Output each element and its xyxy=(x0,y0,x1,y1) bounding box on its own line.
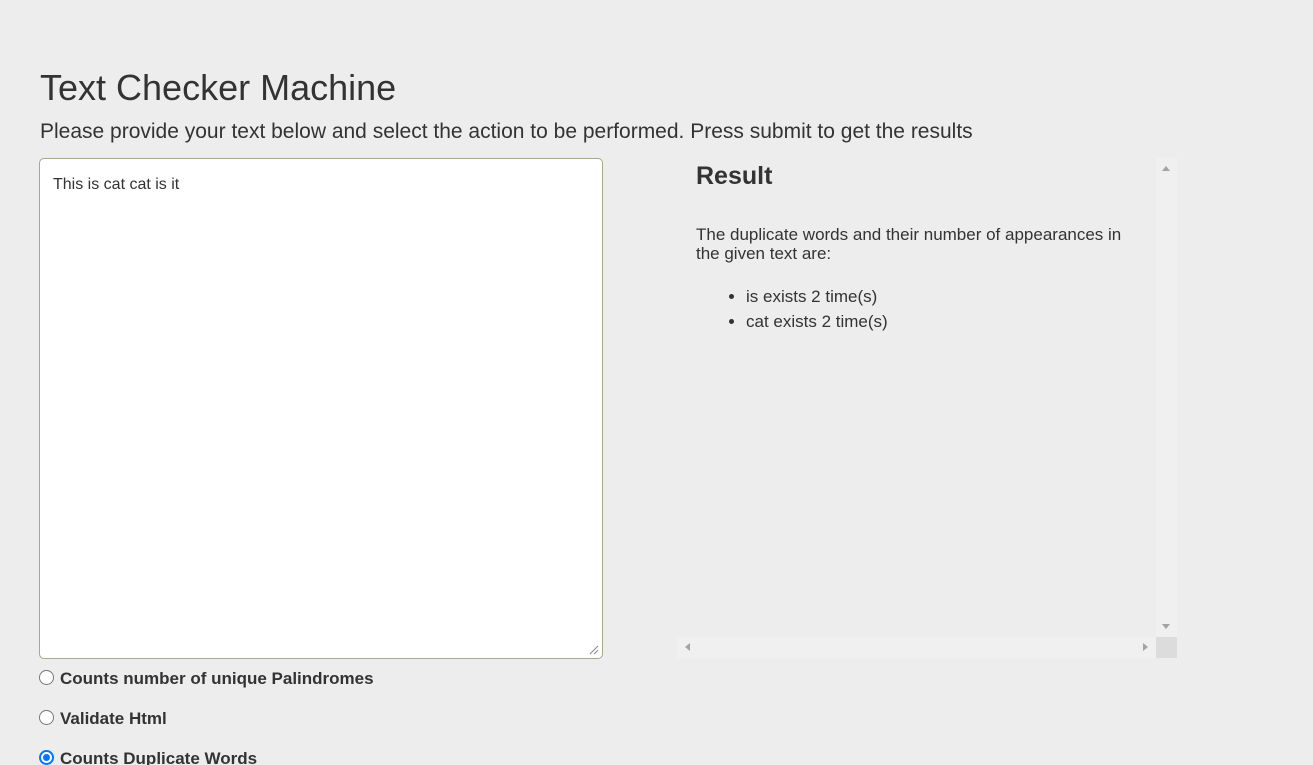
radio-unique-palindromes[interactable] xyxy=(39,669,54,685)
scroll-down-arrow-icon[interactable] xyxy=(1162,624,1170,629)
result-description: The duplicate words and their number of … xyxy=(696,225,1122,263)
page-subtitle: Please provide your text below and selec… xyxy=(40,120,973,143)
scrollbar-corner xyxy=(1156,637,1177,658)
result-content: Result The duplicate words and their num… xyxy=(677,158,1156,637)
vertical-scrollbar[interactable] xyxy=(1156,158,1177,637)
horizontal-scrollbar[interactable] xyxy=(677,637,1156,658)
scroll-left-arrow-icon[interactable] xyxy=(685,643,690,651)
scroll-right-arrow-icon[interactable] xyxy=(1143,643,1148,651)
result-heading: Result xyxy=(696,162,773,190)
radio-validate-html[interactable] xyxy=(39,709,54,725)
scroll-up-arrow-icon[interactable] xyxy=(1162,166,1170,171)
result-list-item: cat exists 2 time(s) xyxy=(746,309,888,334)
option-label[interactable]: Validate Html xyxy=(60,708,167,730)
option-label[interactable]: Counts Duplicate Words xyxy=(60,748,257,765)
option-validate-html[interactable]: Validate Html xyxy=(39,708,167,730)
option-label[interactable]: Counts number of unique Palindromes xyxy=(60,668,374,690)
page-title: Text Checker Machine xyxy=(40,67,397,108)
text-checker-page: Text Checker Machine Please provide your… xyxy=(0,0,1313,765)
result-list-item: is exists 2 time(s) xyxy=(746,284,888,309)
radio-duplicate-words[interactable] xyxy=(39,749,54,765)
text-input[interactable]: This is cat cat is it xyxy=(39,158,603,659)
option-duplicate-words[interactable]: Counts Duplicate Words xyxy=(39,748,257,765)
option-unique-palindromes[interactable]: Counts number of unique Palindromes xyxy=(39,668,374,690)
result-list: is exists 2 time(s) cat exists 2 time(s) xyxy=(696,284,888,334)
result-panel[interactable]: Result The duplicate words and their num… xyxy=(677,158,1177,659)
